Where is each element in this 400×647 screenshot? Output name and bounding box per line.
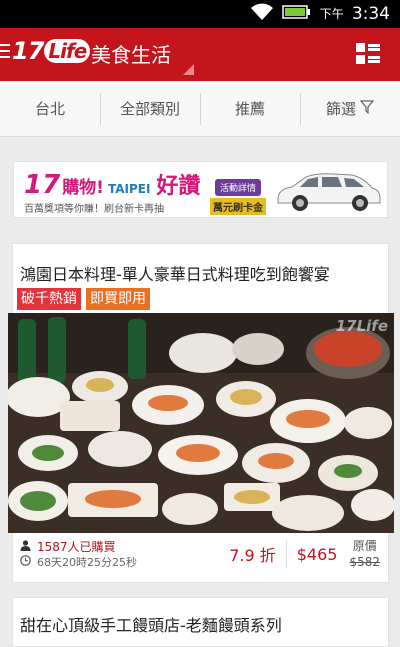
status-ampm: 下午: [319, 7, 344, 21]
battery-icon: [282, 4, 312, 24]
banner-good: 好讚: [156, 174, 201, 199]
filter-advanced-label: 篩選: [325, 100, 356, 118]
discount-label: 7.9 折: [229, 546, 276, 565]
wifi-icon: [250, 3, 274, 25]
home-logo-button[interactable]: 17 Life: [0, 37, 91, 65]
countdown: 68天20時25分25秒: [20, 554, 137, 570]
banner-shop: 購物!: [62, 178, 104, 198]
price-divider: [285, 540, 287, 568]
list-view-icon[interactable]: [356, 43, 380, 67]
filter-sort[interactable]: 推薦: [200, 81, 300, 136]
status-time: 3:34: [351, 4, 390, 24]
countdown-text: 68天20時25分25秒: [37, 556, 137, 569]
deal-title: 鴻園日本料理-單人豪華日式料理吃到飽饗宴: [20, 265, 330, 284]
page-title[interactable]: 美食生活: [91, 42, 171, 68]
buyers-text: 1587人已購買: [37, 540, 116, 554]
car-illustration: [272, 169, 384, 217]
banner-subtitle: 百萬獎項等你賺！刷台新卡再抽: [24, 204, 164, 215]
original-price-label: 原價: [352, 539, 377, 553]
banner-detail-button[interactable]: 活動詳情: [215, 179, 262, 196]
clock-icon: [20, 555, 31, 569]
buyers-count: 1587人已購買: [20, 538, 116, 555]
deal-tags: 破千熱銷 即買即用: [17, 288, 150, 310]
tag-hot-seller: 破千熱銷: [17, 288, 81, 310]
filter-city[interactable]: 台北: [0, 81, 100, 136]
user-icon: [20, 539, 31, 554]
sale-price: $465: [296, 544, 338, 564]
banner-card-badge: 萬元刷卡金: [210, 198, 266, 215]
tag-instant-use: 即買即用: [86, 288, 150, 310]
app-bar: 17 Life 美食生活: [0, 28, 400, 81]
drawer-icon: [0, 44, 10, 58]
filter-bar: 台北 全部類別 推薦 篩選: [0, 81, 400, 137]
banner-taipei: TAIPEI: [107, 182, 151, 196]
logo-text: 17: [12, 37, 44, 65]
filter-category[interactable]: 全部類別: [100, 81, 200, 136]
funnel-icon: [359, 99, 375, 118]
deal-2-title: 甜在心頂級手工饅頭店-老麵饅頭系列: [20, 616, 282, 635]
filter-city-label: 台北: [34, 100, 65, 118]
price-area: 7.9 折 $465 原價 $582: [229, 534, 380, 574]
deal-card[interactable]: 鴻園日本料理-單人豪華日式料理吃到飽饗宴 破千熱銷 即買即用 17Life 15…: [8, 243, 394, 583]
banner-brand: 17: [24, 170, 61, 200]
filter-advanced[interactable]: 篩選: [300, 81, 400, 136]
photo-watermark: 17Life: [335, 317, 388, 335]
original-price: $582: [349, 555, 380, 569]
original-price-block: 原價 $582: [349, 538, 380, 570]
deal-photo[interactable]: 17Life: [8, 313, 394, 533]
dropdown-caret-icon: [183, 64, 194, 75]
filter-sort-label: 推薦: [234, 100, 265, 118]
promo-banner[interactable]: 17 購物! TAIPEI 好讚 活動詳情 百萬獎項等你賺！刷台新卡再抽 萬元刷…: [13, 161, 388, 218]
filter-category-label: 全部類別: [119, 100, 180, 118]
logo-badge: Life: [44, 39, 91, 63]
status-bar: 下午 3:34: [0, 0, 400, 28]
